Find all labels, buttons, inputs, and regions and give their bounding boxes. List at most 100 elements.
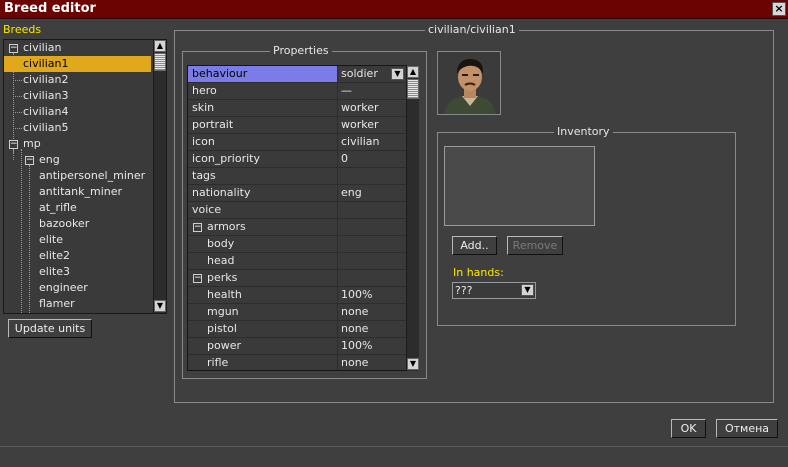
- tree-item[interactable]: flamer: [4, 296, 151, 312]
- property-name-text: body: [207, 237, 235, 250]
- tree-scrollbar[interactable]: ▲ ▼: [153, 40, 166, 313]
- property-name-text: icon_priority: [192, 152, 260, 165]
- property-name-text: mgun: [207, 305, 239, 318]
- portrait-icon: [438, 52, 500, 114]
- property-row[interactable]: icon_priority 0: [188, 151, 406, 168]
- property-row[interactable]: mgun none: [188, 304, 406, 321]
- property-name: health: [188, 287, 338, 303]
- property-value[interactable]: civilian: [339, 134, 406, 150]
- property-row[interactable]: nationality eng: [188, 185, 406, 202]
- inventory-list[interactable]: [444, 146, 595, 226]
- property-value[interactable]: none: [339, 321, 406, 337]
- property-row[interactable]: hero —: [188, 83, 406, 100]
- property-name: skin: [188, 100, 338, 116]
- tree-item[interactable]: − eng: [4, 152, 151, 168]
- property-value[interactable]: [339, 168, 406, 184]
- property-value[interactable]: 0: [339, 151, 406, 167]
- property-value[interactable]: none: [339, 355, 406, 370]
- property-name-text: skin: [192, 101, 215, 114]
- tree-item-label: civilian: [23, 41, 62, 54]
- tree-item[interactable]: bazooker: [4, 216, 151, 232]
- property-name: portrait: [188, 117, 338, 133]
- property-name: head: [188, 253, 338, 269]
- scroll-thumb[interactable]: [407, 79, 419, 99]
- tree-item[interactable]: civilian2: [4, 72, 151, 88]
- tree-item[interactable]: civilian1: [4, 56, 151, 72]
- collapse-icon[interactable]: −: [9, 140, 18, 149]
- property-value[interactable]: [339, 253, 406, 269]
- properties-title: Properties: [270, 44, 332, 57]
- scroll-down-icon[interactable]: ▼: [407, 358, 419, 370]
- property-value[interactable]: [339, 236, 406, 252]
- close-icon[interactable]: ×: [772, 2, 786, 16]
- property-row[interactable]: icon civilian: [188, 134, 406, 151]
- tree-item[interactable]: at_rifle: [4, 200, 151, 216]
- tree-item[interactable]: antitank_miner: [4, 184, 151, 200]
- property-name: hero: [188, 83, 338, 99]
- tree-item[interactable]: civilian3: [4, 88, 151, 104]
- ok-button[interactable]: OK: [671, 419, 706, 438]
- remove-button[interactable]: Remove: [507, 236, 563, 255]
- property-value[interactable]: [339, 202, 406, 218]
- tree-item-label: civilian3: [23, 89, 69, 102]
- property-row[interactable]: power 100%: [188, 338, 406, 355]
- tree-item[interactable]: engineer: [4, 280, 151, 296]
- property-row[interactable]: body: [188, 236, 406, 253]
- property-row[interactable]: head: [188, 253, 406, 270]
- scroll-down-icon[interactable]: ▼: [154, 300, 166, 312]
- tree-item[interactable]: − mp: [4, 136, 151, 152]
- property-row[interactable]: rifle none: [188, 355, 406, 370]
- property-value[interactable]: worker: [339, 100, 406, 116]
- property-value[interactable]: worker: [339, 117, 406, 133]
- tree-item-label: antitank_miner: [39, 185, 123, 198]
- tree-item[interactable]: civilian4: [4, 104, 151, 120]
- tree-item[interactable]: antipersonel_miner: [4, 168, 151, 184]
- property-name: icon: [188, 134, 338, 150]
- tree-item[interactable]: elite3: [4, 264, 151, 280]
- tree-item-label: antipersonel_miner: [39, 169, 146, 182]
- property-row[interactable]: − armors: [188, 219, 406, 236]
- property-row[interactable]: behaviour soldier ▼: [188, 66, 406, 83]
- property-row[interactable]: portrait worker: [188, 117, 406, 134]
- property-row[interactable]: tags: [188, 168, 406, 185]
- title-bar: Breed editor ×: [0, 0, 788, 19]
- in-hands-select[interactable]: ??? ▼: [452, 282, 536, 299]
- property-row[interactable]: voice: [188, 202, 406, 219]
- property-row[interactable]: − perks: [188, 270, 406, 287]
- properties-grid[interactable]: behaviour soldier ▼ hero — skin worker portrait…: [187, 65, 407, 371]
- chevron-down-icon[interactable]: ▼: [521, 284, 534, 296]
- property-value[interactable]: [339, 270, 406, 286]
- tree-item[interactable]: elite2: [4, 248, 151, 264]
- collapse-icon[interactable]: −: [25, 156, 34, 165]
- collapse-icon[interactable]: −: [193, 274, 202, 283]
- tree-item[interactable]: elite: [4, 232, 151, 248]
- tree-item[interactable]: − civilian: [4, 40, 151, 56]
- cancel-button[interactable]: Отмена: [716, 419, 778, 438]
- scroll-thumb[interactable]: [154, 53, 166, 71]
- properties-scrollbar[interactable]: ▲ ▼: [406, 66, 419, 371]
- property-name: − perks: [188, 270, 338, 286]
- collapse-icon[interactable]: −: [193, 223, 202, 232]
- property-name-text: tags: [192, 169, 216, 182]
- scroll-up-icon[interactable]: ▲: [154, 40, 166, 52]
- collapse-icon[interactable]: −: [9, 44, 18, 53]
- breeds-tree[interactable]: ▲ ▼ − civilian civilian1 civilian2 civilian3…: [3, 39, 167, 314]
- property-row[interactable]: skin worker: [188, 100, 406, 117]
- property-value[interactable]: eng: [339, 185, 406, 201]
- tree-item-label: engineer: [39, 281, 88, 294]
- property-value[interactable]: 100%: [339, 287, 406, 303]
- chevron-down-icon[interactable]: ▼: [391, 68, 404, 80]
- property-row[interactable]: pistol none: [188, 321, 406, 338]
- property-value[interactable]: soldier ▼: [339, 66, 406, 82]
- property-value[interactable]: none: [339, 304, 406, 320]
- in-hands-value: ???: [455, 284, 473, 297]
- property-row[interactable]: health 100%: [188, 287, 406, 304]
- add-button[interactable]: Add..: [452, 236, 497, 255]
- update-units-button[interactable]: Update units: [8, 319, 92, 338]
- tree-item[interactable]: civilian5: [4, 120, 151, 136]
- property-name-text: health: [207, 288, 242, 301]
- property-value[interactable]: —: [339, 83, 406, 99]
- scroll-up-icon[interactable]: ▲: [407, 66, 419, 78]
- property-value[interactable]: [339, 219, 406, 235]
- property-value[interactable]: 100%: [339, 338, 406, 354]
